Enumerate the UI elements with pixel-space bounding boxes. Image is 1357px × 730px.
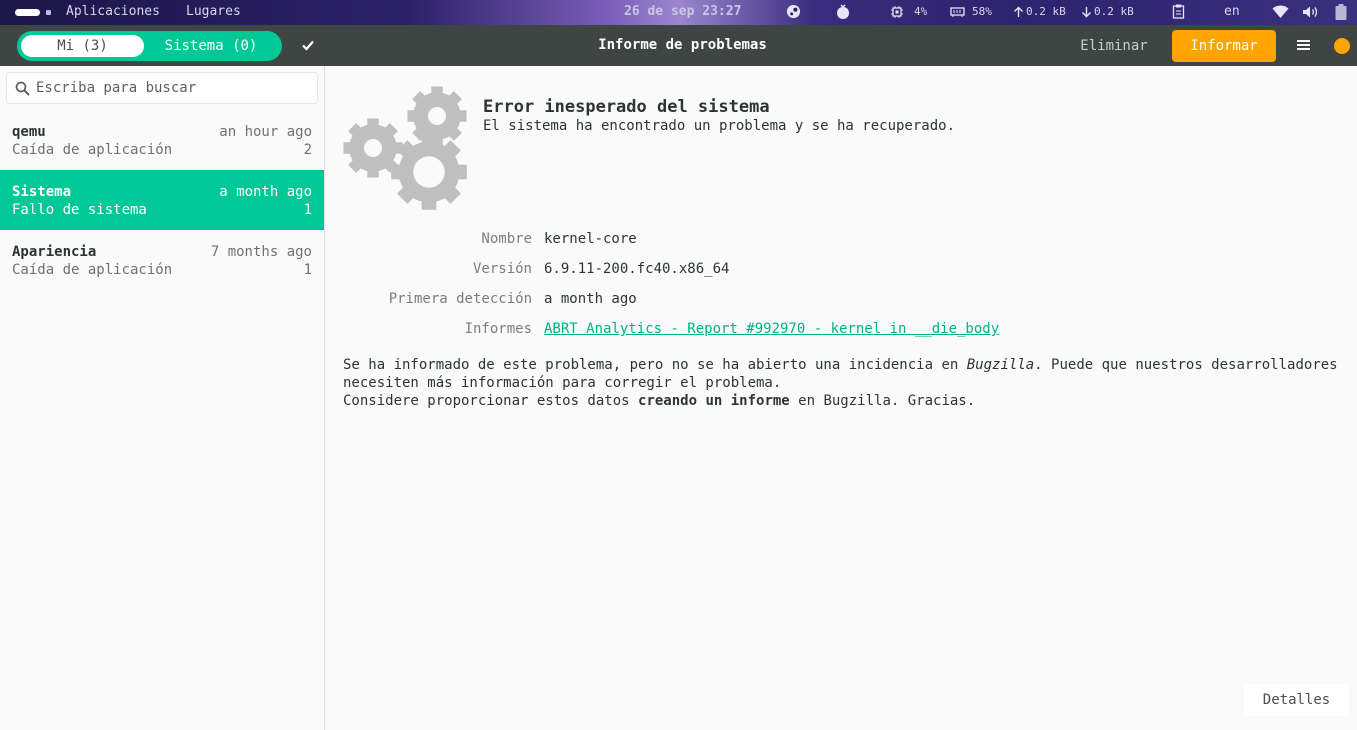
list-item-type: Caída de aplicación xyxy=(12,142,173,158)
list-item[interactable]: Sistema a month ago Fallo de sistema 1 xyxy=(0,170,324,230)
header-bar: Mi (3) Sistema (0) Informe de problemas … xyxy=(0,25,1357,66)
search-input[interactable] xyxy=(36,76,311,100)
bugzilla-name: Bugzilla xyxy=(966,357,1035,373)
field-row-first-detected: Primera detección a month ago xyxy=(325,291,1357,311)
window-close-button[interactable] xyxy=(1334,38,1350,54)
network-download: 0.2 kB xyxy=(1094,5,1134,18)
list-item-name: qemu xyxy=(12,124,46,140)
search-box xyxy=(6,72,318,104)
search-icon xyxy=(15,81,30,100)
hamburger-menu-icon[interactable] xyxy=(1297,40,1310,52)
steam-icon[interactable] xyxy=(786,0,801,25)
bugzilla-note: Se ha informado de este problema, pero n… xyxy=(343,356,1343,410)
note-text: Considere proporcionar estos datos xyxy=(343,393,639,409)
list-item[interactable]: qemu an hour ago Caída de aplicación 2 xyxy=(0,110,324,170)
window-title: Informe de problemas xyxy=(598,37,767,53)
cpu-usage: 4% xyxy=(914,5,928,18)
note-text: en Bugzilla. Gracias. xyxy=(789,393,976,409)
places-menu[interactable]: Lugares xyxy=(186,0,241,25)
volume-icon[interactable] xyxy=(1302,0,1319,25)
list-item-time: a month ago xyxy=(219,184,312,200)
field-value: a month ago xyxy=(544,291,637,307)
list-item-time: an hour ago xyxy=(219,124,312,140)
report-link[interactable]: ABRT Analytics - Report #992970 - kernel… xyxy=(544,321,999,337)
list-item[interactable]: Apariencia 7 months ago Caída de aplicac… xyxy=(0,230,324,290)
view-switcher: Mi (3) Sistema (0) xyxy=(17,31,282,61)
list-item-name: Sistema xyxy=(12,184,72,200)
list-item-count: 1 xyxy=(303,202,312,218)
workspace-indicator-active[interactable] xyxy=(15,9,40,16)
field-row-name: Nombre kernel-core xyxy=(325,231,1357,251)
problem-subtitle: El sistema ha encontrado un problema y s… xyxy=(483,118,956,134)
memory-icon[interactable] xyxy=(950,0,965,25)
field-label: Informes xyxy=(464,321,532,337)
list-item-type: Fallo de sistema xyxy=(12,202,147,218)
problem-title: Error inesperado del sistema xyxy=(483,97,770,117)
top-panel: Aplicaciones Lugares 26 de sep 23:27 4% … xyxy=(0,0,1357,25)
wifi-icon[interactable] xyxy=(1272,0,1289,25)
battery-icon[interactable] xyxy=(1335,0,1347,25)
clock[interactable]: 26 de sep 23:27 xyxy=(624,0,741,25)
memory-usage: 58% xyxy=(972,5,992,18)
field-value: 6.9.11-200.fc40.x86_64 xyxy=(544,261,730,277)
field-value: kernel-core xyxy=(544,231,637,247)
list-item-count: 1 xyxy=(303,262,312,278)
list-item-name: Apariencia xyxy=(12,244,97,260)
cpu-icon[interactable] xyxy=(890,0,904,25)
fedora-icon[interactable] xyxy=(836,0,850,25)
network-upload: 0.2 kB xyxy=(1026,5,1066,18)
field-label: Nombre xyxy=(481,231,532,247)
problem-details: Error inesperado del sistema El sistema … xyxy=(325,66,1357,730)
clipboard-icon[interactable] xyxy=(1172,0,1185,25)
arrow-down-icon xyxy=(1081,0,1092,25)
list-item-time: 7 months ago xyxy=(210,244,312,260)
create-report-emphasis: creando un informe xyxy=(638,393,790,409)
field-row-reports: Informes ABRT Analytics - Report #992970… xyxy=(325,321,1357,341)
arrow-up-icon xyxy=(1013,0,1024,25)
keyboard-layout[interactable]: en xyxy=(1224,0,1240,25)
workspace-indicator-inactive[interactable] xyxy=(46,10,51,15)
field-label: Versión xyxy=(472,261,532,277)
problem-list-sidebar: qemu an hour ago Caída de aplicación 2 S… xyxy=(0,66,325,730)
gears-icon xyxy=(341,82,475,214)
field-label: Primera detección xyxy=(388,291,532,307)
tab-system[interactable]: Sistema (0) xyxy=(144,35,278,57)
list-item-count: 2 xyxy=(303,142,312,158)
field-row-version: Versión 6.9.11-200.fc40.x86_64 xyxy=(325,261,1357,281)
delete-button[interactable]: Eliminar xyxy=(1070,31,1158,61)
details-button[interactable]: Detalles xyxy=(1244,684,1349,716)
report-button[interactable]: Informar xyxy=(1172,30,1276,62)
checkmark-icon[interactable] xyxy=(300,37,316,53)
tab-mine[interactable]: Mi (3) xyxy=(21,35,144,57)
list-item-type: Caída de aplicación xyxy=(12,262,173,278)
note-text: Se ha informado de este problema, pero n… xyxy=(343,357,967,373)
applications-menu[interactable]: Aplicaciones xyxy=(66,0,160,25)
